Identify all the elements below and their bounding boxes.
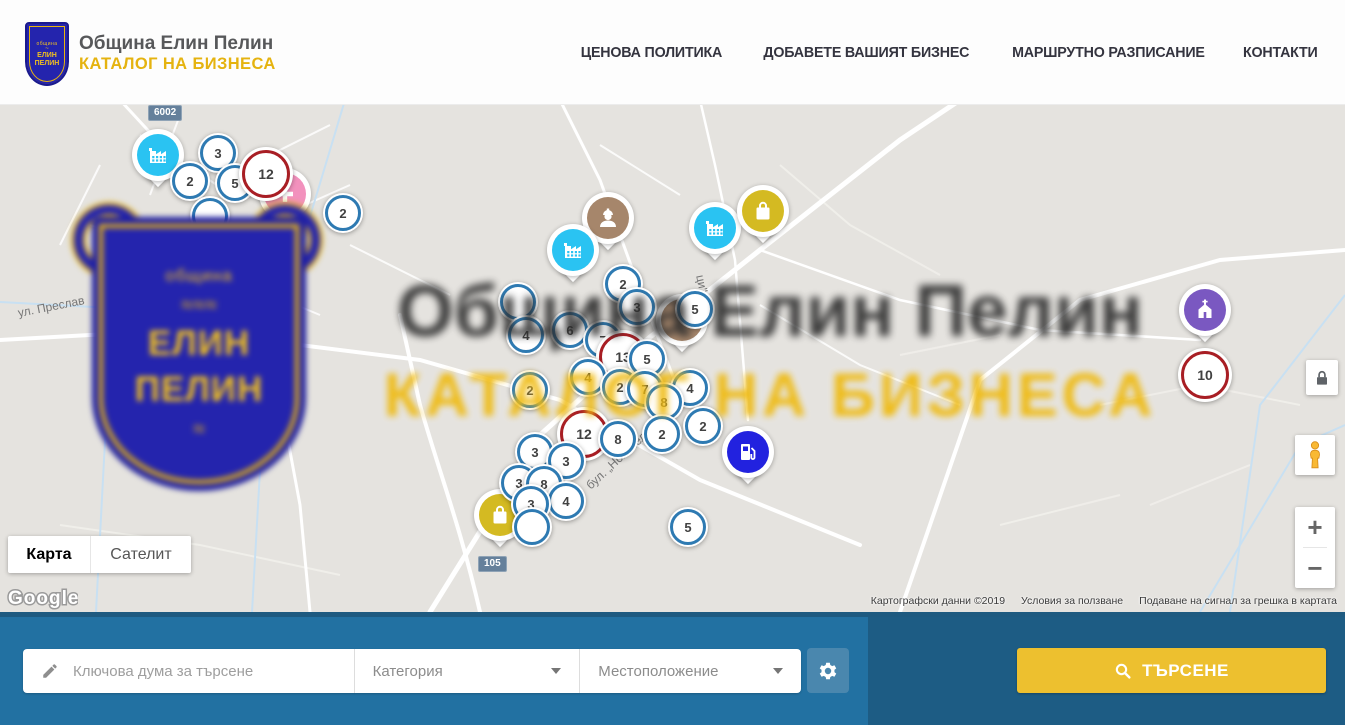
shopping-bag-icon [751, 199, 775, 223]
search-fields: Категория Местоположение [23, 649, 801, 693]
chevron-down-icon [551, 668, 561, 674]
cluster-count: 12 [242, 150, 290, 198]
cluster-count [514, 509, 550, 545]
google-logo[interactable]: Google [6, 584, 78, 610]
cluster-marker[interactable]: 2 [642, 414, 682, 454]
main-nav: ЦЕНОВА ПОЛИТИКА ДОБАВЕТЕ ВАШИЯТ БИЗНЕС М… [577, 0, 1320, 105]
cluster-marker[interactable]: 2 [683, 406, 723, 446]
cluster-marker[interactable]: 2 [170, 161, 210, 201]
header: община ~ ЕЛИН ПЕЛИН Община Елин Пелин КА… [0, 0, 1345, 105]
cluster-marker[interactable]: 5 [668, 507, 708, 547]
advanced-settings-button[interactable] [807, 648, 849, 693]
site-title: Община Елин Пелин [79, 34, 276, 54]
nav-item-pricing[interactable]: ЦЕНОВА ПОЛИТИКА [581, 44, 722, 61]
pegman-button[interactable] [1295, 435, 1335, 475]
lock-icon [1312, 368, 1332, 388]
nav-item-contacts[interactable]: КОНТАКТИ [1243, 44, 1318, 61]
site-subtitle: КАТАЛОГ НА БИЗНЕСА [79, 54, 276, 74]
municipality-crest-logo: община ~ ЕЛИН ПЕЛИН [25, 22, 69, 86]
crest-name-line2: ПЕЛИН [35, 60, 60, 68]
keyword-search-input[interactable] [73, 663, 354, 680]
pencil-icon [41, 662, 59, 680]
cluster-count: 4 [548, 483, 584, 519]
cluster-count: 3 [619, 289, 655, 325]
cluster-count: 2 [325, 195, 361, 231]
nav-item-add-business[interactable]: ДОБАВЕТЕ ВАШИЯТ БИЗНЕС [763, 44, 969, 61]
cluster-count: 2 [685, 408, 721, 444]
cluster-marker[interactable]: 8 [598, 419, 638, 459]
map-canvas[interactable]: ул. Преславбул. „Новоселци" 6002105 [0, 105, 1345, 612]
cluster-marker[interactable]: 12 [239, 147, 293, 201]
map-attribution: Картографски данни ©2019 Условия за полз… [871, 595, 1337, 607]
search-bar: Категория Местоположение ТЪРСЕНЕ [0, 612, 1345, 725]
cluster-count: 4 [508, 317, 544, 353]
category-pin-shopping-bag[interactable] [737, 185, 789, 251]
map-type-satellite-button[interactable]: Сателит [91, 536, 191, 573]
cluster-marker[interactable] [190, 196, 230, 236]
category-select[interactable]: Категория [355, 663, 580, 680]
zoom-in-button[interactable]: + [1295, 507, 1335, 547]
cluster-count: 5 [670, 509, 706, 545]
nav-item-route-schedule[interactable]: МАРШРУТНО РАЗПИСАНИЕ [1012, 44, 1205, 61]
cluster-marker[interactable]: 10 [1178, 348, 1232, 402]
road-number-badge: 105 [478, 556, 507, 572]
crest-name-line1: ЕЛИН [37, 52, 57, 60]
cluster-count: 10 [1181, 351, 1229, 399]
cluster-count: 8 [600, 421, 636, 457]
church-icon [1193, 298, 1217, 322]
cluster-count: 5 [677, 291, 713, 327]
fuel-pump-icon [736, 440, 760, 464]
category-pin-fuel[interactable] [722, 426, 774, 492]
brand[interactable]: община ~ ЕЛИН ПЕЛИН Община Елин Пелин КА… [25, 22, 276, 86]
category-pin-factory[interactable] [547, 224, 599, 290]
chevron-down-icon [773, 668, 783, 674]
attribution-report-link[interactable]: Подаване на сигнал за грешка в картата [1139, 595, 1337, 607]
cluster-marker[interactable]: 3 [617, 287, 657, 327]
factory-icon [703, 216, 727, 240]
cluster-count [192, 198, 228, 234]
category-pin-church[interactable] [1179, 284, 1231, 350]
road-number-badge: 6002 [148, 105, 182, 121]
cluster-marker[interactable]: 2 [323, 193, 363, 233]
search-button-label: ТЪРСЕНЕ [1142, 661, 1229, 681]
category-pin-factory[interactable] [689, 202, 741, 268]
map-type-control: Карта Сателит [8, 536, 191, 573]
shopping-bag-icon [488, 503, 512, 527]
search-icon [1114, 662, 1132, 680]
cluster-count: 2 [512, 372, 548, 408]
cluster-count: 2 [172, 163, 208, 199]
category-select-value: Категория [373, 663, 443, 680]
location-select[interactable]: Местоположение [580, 663, 801, 680]
zoom-out-button[interactable]: − [1295, 548, 1335, 588]
factory-icon [146, 143, 170, 167]
cluster-marker[interactable]: 4 [546, 481, 586, 521]
gear-icon [817, 660, 839, 682]
cluster-marker[interactable] [512, 507, 552, 547]
location-select-value: Местоположение [598, 663, 718, 680]
worker-icon [596, 206, 620, 230]
zoom-control: + − [1295, 507, 1335, 588]
svg-text:Google: Google [8, 588, 78, 609]
cluster-marker[interactable]: 2 [510, 370, 550, 410]
cluster-count: 2 [644, 416, 680, 452]
cluster-marker[interactable]: 4 [506, 315, 546, 355]
pegman-icon [1302, 440, 1328, 470]
cluster-marker[interactable]: 5 [675, 289, 715, 329]
map-type-map-button[interactable]: Карта [8, 536, 91, 573]
search-button[interactable]: ТЪРСЕНЕ [1017, 648, 1326, 693]
attribution-terms-link[interactable]: Условия за ползване [1021, 595, 1123, 607]
attribution-data: Картографски данни ©2019 [871, 595, 1005, 607]
lock-button[interactable] [1306, 360, 1338, 395]
factory-icon [561, 238, 585, 262]
